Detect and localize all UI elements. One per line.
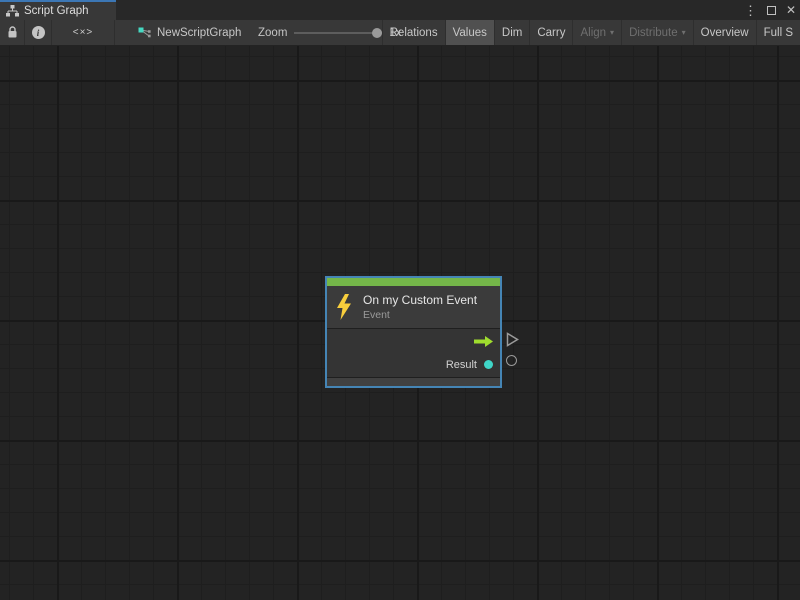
node-title: On my Custom Event (363, 293, 477, 307)
value-port-dot-icon (484, 360, 493, 369)
tab-title: Script Graph (24, 5, 89, 17)
port-label: Result (446, 359, 477, 371)
tab-bar: Script Graph ⋮ ✕ (0, 0, 800, 20)
relations-button[interactable]: Relations (382, 20, 445, 45)
tab-script-graph[interactable]: Script Graph (0, 0, 116, 20)
graph-breadcrumb[interactable]: NewScriptGraph (130, 20, 249, 45)
control-output-port-row[interactable] (327, 330, 500, 352)
values-button[interactable]: Values (445, 20, 494, 45)
graph-toolbar: i <×> NewScriptGraph Zoom 1x (0, 20, 800, 46)
distribute-dropdown[interactable]: Distribute ▾ (621, 20, 693, 45)
fullscreen-button[interactable]: Full S (756, 20, 800, 45)
carry-button[interactable]: Carry (529, 20, 572, 45)
zoom-control: Zoom 1x (258, 20, 402, 45)
info-button[interactable]: i (25, 20, 52, 45)
zoom-slider-track (294, 32, 382, 34)
value-output-connector-icon[interactable] (506, 355, 517, 366)
chevron-down-icon: ▾ (610, 28, 614, 37)
align-dropdown[interactable]: Align ▾ (572, 20, 621, 45)
graph-hierarchy-icon (6, 5, 19, 17)
graph-name: NewScriptGraph (157, 27, 241, 39)
node-subtitle: Event (363, 309, 477, 321)
overview-button[interactable]: Overview (693, 20, 756, 45)
graph-canvas[interactable]: On my Custom Event Event Result (0, 46, 800, 600)
chevron-down-icon: ▾ (682, 28, 686, 37)
node-color-strip (327, 278, 500, 286)
maximize-icon[interactable] (767, 6, 776, 15)
zoom-slider[interactable] (294, 27, 382, 39)
lightning-bolt-icon (335, 294, 353, 320)
dim-button[interactable]: Dim (494, 20, 529, 45)
event-node-on-my-custom-event[interactable]: On my Custom Event Event Result (325, 276, 502, 388)
script-graph-asset-icon (138, 27, 151, 39)
lock-button[interactable] (0, 20, 25, 45)
control-output-connector-icon[interactable] (506, 332, 519, 347)
info-icon: i (32, 26, 45, 39)
code-view-button[interactable]: <×> (52, 20, 115, 45)
lock-icon (7, 26, 18, 39)
close-icon[interactable]: ✕ (786, 4, 796, 16)
code-icon: <×> (73, 27, 94, 38)
node-body: Result (327, 329, 500, 377)
control-flow-arrow-icon (474, 336, 493, 347)
value-output-port-row[interactable]: Result (327, 354, 500, 376)
window-menu-icon[interactable]: ⋮ (744, 4, 757, 17)
node-footer (327, 378, 500, 386)
node-header[interactable]: On my Custom Event Event (327, 286, 500, 328)
script-graph-window: Script Graph ⋮ ✕ i <×> (0, 0, 800, 600)
toolbar-toggle-group: Relations Values Dim Carry Align ▾ Distr… (382, 20, 800, 45)
zoom-label: Zoom (258, 27, 287, 39)
